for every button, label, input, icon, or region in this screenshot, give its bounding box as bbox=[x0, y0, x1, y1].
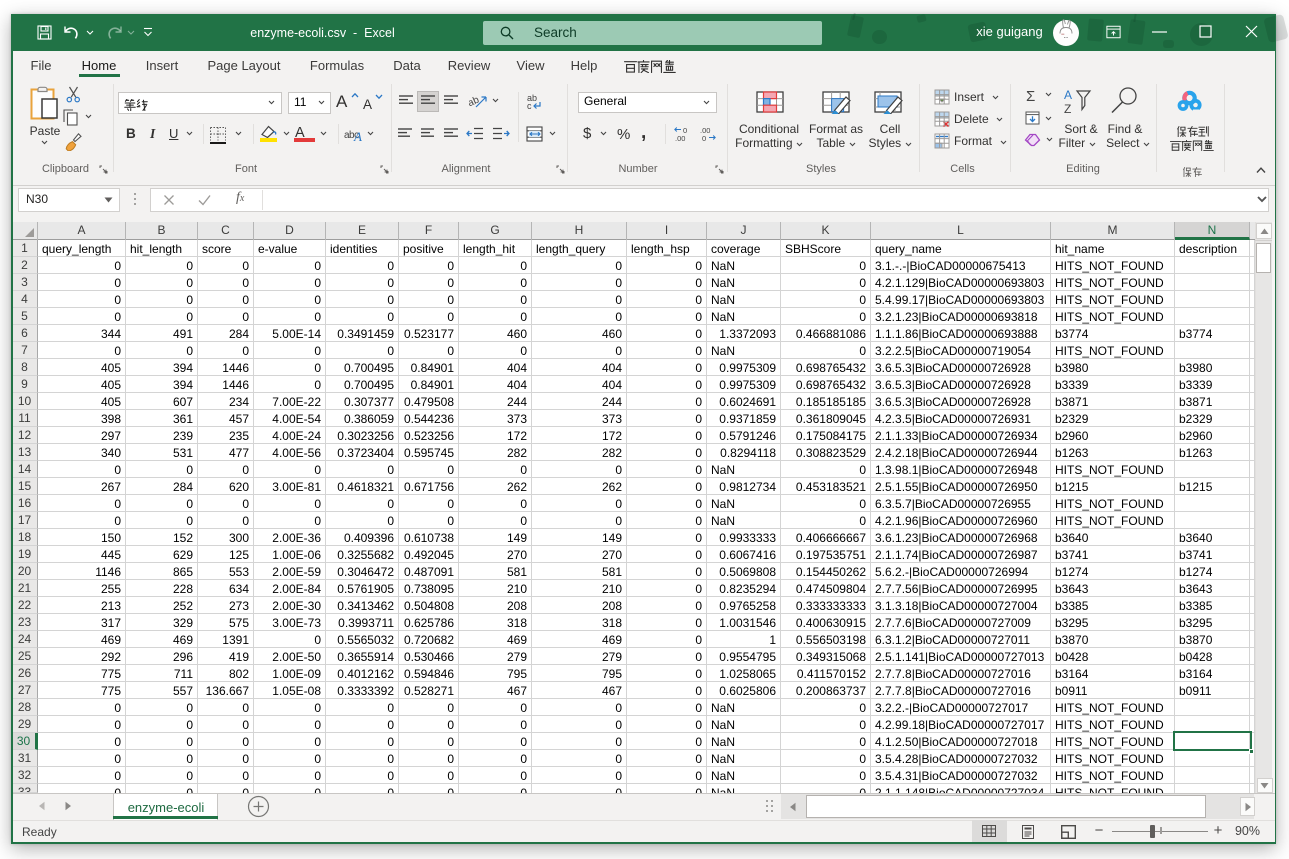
svg-text:ab: ab bbox=[469, 94, 481, 109]
svg-text:Z: Z bbox=[1064, 102, 1071, 115]
svg-text:A: A bbox=[1064, 88, 1072, 102]
svg-text:c: c bbox=[527, 101, 532, 111]
svg-text:.00: .00 bbox=[675, 134, 685, 142]
svg-text:0: 0 bbox=[702, 134, 706, 142]
svg-text:Σ: Σ bbox=[1026, 88, 1035, 103]
